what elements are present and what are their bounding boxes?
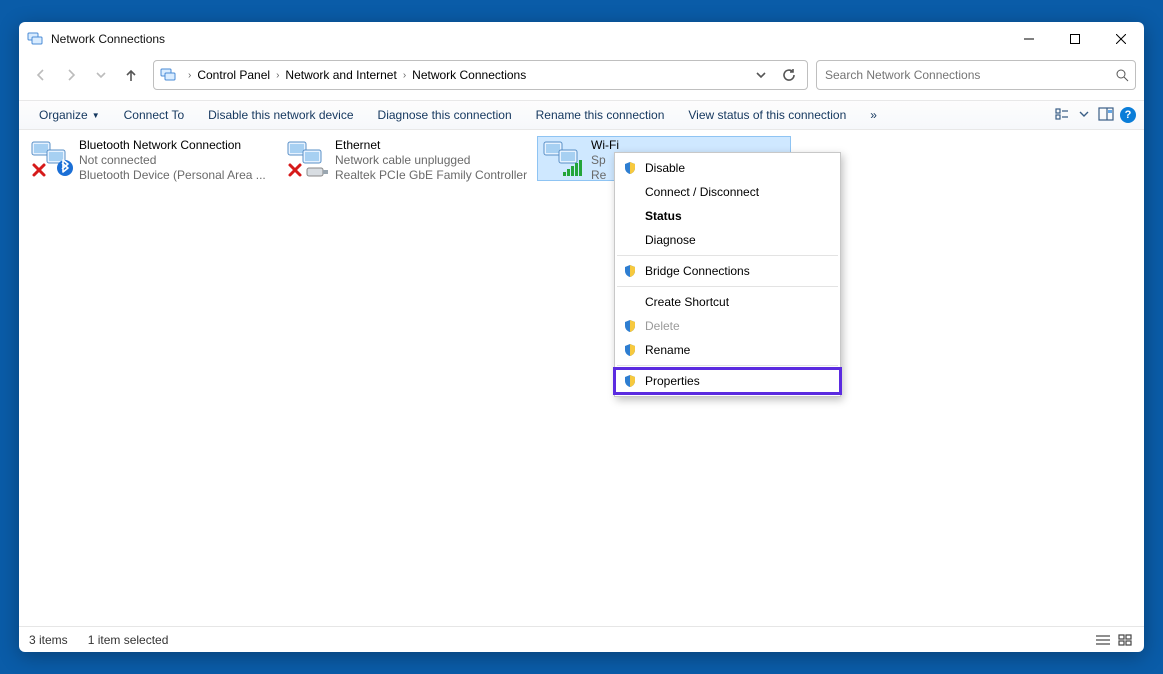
refresh-button[interactable] bbox=[775, 61, 803, 89]
menu-item-rename[interactable]: Rename bbox=[615, 338, 840, 362]
maximize-button[interactable] bbox=[1052, 22, 1098, 56]
view-dropdown-button[interactable] bbox=[1076, 106, 1092, 125]
menu-item-label: Bridge Connections bbox=[645, 264, 750, 278]
menu-item-label: Properties bbox=[645, 374, 700, 388]
navigation-row: › Control Panel › Network and Internet ›… bbox=[19, 56, 1144, 100]
network-adapter-icon bbox=[541, 138, 585, 178]
diagnose-connection-button[interactable]: Diagnose this connection bbox=[366, 101, 524, 129]
status-item-count: 3 items bbox=[29, 633, 68, 647]
back-button[interactable] bbox=[27, 61, 55, 89]
menu-item-connect-disconnect[interactable]: Connect / Disconnect bbox=[615, 180, 840, 204]
breadcrumb-network-and-internet[interactable]: Network and Internet bbox=[285, 68, 396, 82]
menu-separator bbox=[617, 286, 838, 287]
breadcrumb-network-connections[interactable]: Network Connections bbox=[412, 68, 526, 82]
menu-item-bridge-connections[interactable]: Bridge Connections bbox=[615, 259, 840, 283]
view-options-button[interactable] bbox=[1054, 106, 1070, 125]
details-view-button[interactable] bbox=[1094, 633, 1112, 647]
address-dropdown-button[interactable] bbox=[747, 61, 775, 89]
forward-button[interactable] bbox=[57, 61, 85, 89]
adapter-device: Realtek PCIe GbE Family Controller bbox=[335, 168, 527, 183]
command-bar: Organize▼ Connect To Disable this networ… bbox=[19, 100, 1144, 130]
menu-item-status[interactable]: Status bbox=[615, 204, 840, 228]
menu-item-properties[interactable]: Properties bbox=[615, 369, 840, 393]
minimize-button[interactable] bbox=[1006, 22, 1052, 56]
window-title: Network Connections bbox=[51, 32, 165, 46]
uac-shield-icon bbox=[623, 374, 637, 388]
overflow-button[interactable]: » bbox=[858, 101, 889, 129]
connections-list: Bluetooth Network Connection Not connect… bbox=[19, 130, 1144, 626]
search-input[interactable] bbox=[823, 67, 1115, 83]
address-bar[interactable]: › Control Panel › Network and Internet ›… bbox=[153, 60, 808, 90]
context-menu: Disable Connect / Disconnect Status Diagnos… bbox=[614, 152, 841, 397]
view-status-button[interactable]: View status of this connection bbox=[676, 101, 858, 129]
adapter-name: Wi-Fi bbox=[591, 138, 619, 153]
titlebar: Network Connections bbox=[19, 22, 1144, 56]
rename-connection-button[interactable]: Rename this connection bbox=[524, 101, 677, 129]
menu-item-label: Rename bbox=[645, 343, 690, 357]
up-button[interactable] bbox=[117, 61, 145, 89]
menu-item-label: Status bbox=[645, 209, 682, 223]
adapter-status: Network cable unplugged bbox=[335, 153, 527, 168]
menu-item-delete: Delete bbox=[615, 314, 840, 338]
adapter-device: Bluetooth Device (Personal Area ... bbox=[79, 168, 266, 183]
uac-shield-icon bbox=[623, 264, 637, 278]
recent-locations-button[interactable] bbox=[87, 61, 115, 89]
uac-shield-icon bbox=[623, 161, 637, 175]
chevron-right-icon[interactable]: › bbox=[182, 70, 197, 81]
uac-shield-icon bbox=[623, 319, 637, 333]
window-controls bbox=[1006, 22, 1144, 56]
menu-item-label: Diagnose bbox=[645, 233, 696, 247]
adapter-bluetooth[interactable]: Bluetooth Network Connection Not connect… bbox=[25, 136, 279, 181]
adapter-name: Bluetooth Network Connection bbox=[79, 138, 266, 153]
preview-pane-button[interactable] bbox=[1098, 106, 1114, 125]
adapter-status: Not connected bbox=[79, 153, 266, 168]
breadcrumb-control-panel[interactable]: Control Panel bbox=[197, 68, 270, 82]
chevron-right-icon[interactable]: › bbox=[397, 70, 412, 81]
search-icon bbox=[1115, 68, 1129, 82]
disable-device-button[interactable]: Disable this network device bbox=[196, 101, 365, 129]
adapter-ethernet[interactable]: Ethernet Network cable unplugged Realtek… bbox=[281, 136, 535, 181]
chevron-down-icon: ▼ bbox=[92, 111, 100, 120]
network-adapter-icon bbox=[285, 138, 329, 178]
menu-separator bbox=[617, 365, 838, 366]
menu-item-label: Connect / Disconnect bbox=[645, 185, 759, 199]
network-connections-window: Network Connections › Control Panel › Ne… bbox=[19, 22, 1144, 652]
connect-to-button[interactable]: Connect To bbox=[112, 101, 197, 129]
large-icons-view-button[interactable] bbox=[1116, 633, 1134, 647]
status-bar: 3 items 1 item selected bbox=[19, 626, 1144, 652]
menu-separator bbox=[617, 255, 838, 256]
adapter-name: Ethernet bbox=[335, 138, 527, 153]
menu-item-label: Delete bbox=[645, 319, 680, 333]
menu-item-disable[interactable]: Disable bbox=[615, 156, 840, 180]
uac-shield-icon bbox=[623, 343, 637, 357]
app-icon bbox=[27, 31, 43, 47]
menu-item-diagnose[interactable]: Diagnose bbox=[615, 228, 840, 252]
breadcrumb-root-icon bbox=[160, 67, 176, 83]
menu-item-create-shortcut[interactable]: Create Shortcut bbox=[615, 290, 840, 314]
help-button[interactable]: ? bbox=[1120, 107, 1136, 123]
status-selection: 1 item selected bbox=[88, 633, 169, 647]
organize-menu[interactable]: Organize▼ bbox=[27, 101, 112, 129]
menu-item-label: Disable bbox=[645, 161, 685, 175]
close-button[interactable] bbox=[1098, 22, 1144, 56]
chevron-right-icon[interactable]: › bbox=[270, 70, 285, 81]
network-adapter-icon bbox=[29, 138, 73, 178]
menu-item-label: Create Shortcut bbox=[645, 295, 729, 309]
search-box[interactable] bbox=[816, 60, 1136, 90]
